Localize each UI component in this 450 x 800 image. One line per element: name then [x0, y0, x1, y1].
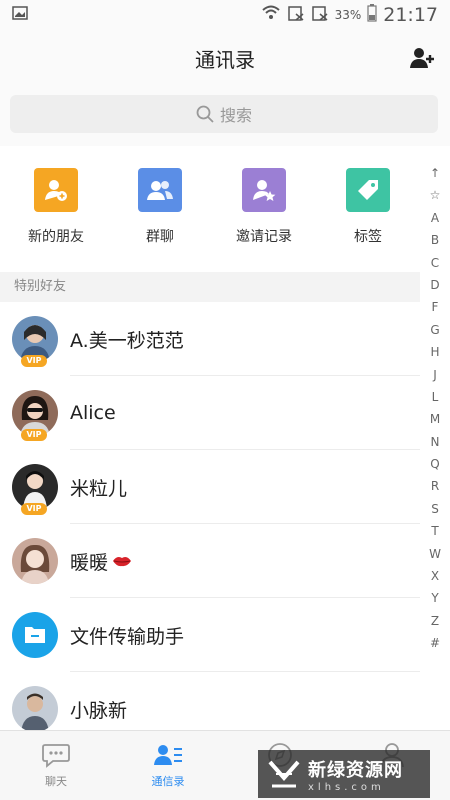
- contact-name: 暖暖: [70, 548, 132, 575]
- index-letter[interactable]: D: [430, 274, 439, 296]
- contact-name-text: Alice: [70, 402, 116, 424]
- contact-row[interactable]: 暖暖: [0, 524, 420, 598]
- quick-actions: 新的朋友 群聊 邀请记录 标签: [0, 150, 420, 268]
- section-header-special-friends: 特别好友: [0, 272, 420, 302]
- contact-name: A.美一秒范范: [70, 326, 184, 353]
- index-letter[interactable]: T: [431, 520, 438, 542]
- index-letter[interactable]: ↑: [430, 162, 440, 184]
- tab-label: 聊天: [45, 775, 67, 788]
- signal-no-sim-icon: [287, 5, 305, 25]
- index-letter[interactable]: C: [431, 252, 439, 274]
- index-letter[interactable]: J: [433, 364, 437, 386]
- tab-chat[interactable]: 聊天: [0, 731, 112, 800]
- notification-image-icon: [12, 6, 28, 24]
- contact-name: 小脉新: [70, 696, 127, 723]
- contact-name-text: A.美一秒范范: [70, 329, 184, 352]
- tag-icon: [346, 168, 390, 212]
- quick-action-label: 新的朋友: [28, 229, 84, 245]
- chat-bubble-icon: [42, 744, 70, 768]
- search-area: 搜索: [0, 86, 450, 146]
- contact-name: Alice: [70, 402, 116, 424]
- quick-action-new-friends[interactable]: 新的朋友: [4, 150, 108, 268]
- avatar: VIP: [12, 464, 58, 515]
- index-letter[interactable]: M: [430, 408, 440, 430]
- watermark-title: 新绿资源网: [308, 759, 403, 781]
- avatar: [12, 538, 58, 584]
- index-letter[interactable]: L: [432, 386, 439, 408]
- avatar: VIP: [12, 390, 58, 441]
- contact-row[interactable]: VIP 米粒儿: [0, 450, 420, 524]
- index-letter[interactable]: W: [429, 543, 441, 565]
- contact-name-text: 文件传输助手: [70, 625, 185, 648]
- wifi-icon: [261, 5, 281, 25]
- status-left: [12, 6, 28, 24]
- add-person-icon: [410, 48, 434, 68]
- status-time: 21:17: [383, 4, 438, 26]
- folder-icon: [12, 612, 58, 658]
- vip-badge: VIP: [21, 503, 47, 515]
- index-letter[interactable]: H: [430, 341, 439, 363]
- quick-action-label: 邀请记录: [236, 229, 292, 245]
- index-letter[interactable]: F: [432, 296, 439, 318]
- vip-badge: VIP: [21, 355, 47, 367]
- status-bar: 33% 21:17: [0, 0, 450, 30]
- avatar: VIP: [12, 316, 58, 367]
- contact-row[interactable]: 文件传输助手: [0, 598, 420, 672]
- contact-row[interactable]: VIP Alice: [0, 376, 420, 450]
- alphabet-index[interactable]: ↑ ☆ A B C D F G H J L M N Q R S T W X Y …: [426, 162, 444, 655]
- index-letter[interactable]: Y: [431, 587, 438, 609]
- index-letter[interactable]: ☆: [430, 184, 441, 206]
- index-letter[interactable]: S: [431, 498, 439, 520]
- battery-icon: [367, 4, 377, 26]
- index-letter[interactable]: B: [431, 229, 439, 251]
- contact-row[interactable]: VIP A.美一秒范范: [0, 302, 420, 376]
- status-right: 33% 21:17: [261, 4, 438, 26]
- add-friend-button[interactable]: [408, 44, 438, 72]
- tab-contacts[interactable]: 通信录: [112, 731, 224, 800]
- lips-icon: [113, 557, 132, 567]
- vip-badge: VIP: [21, 429, 47, 441]
- contacts-icon: [154, 745, 182, 765]
- group-icon: [138, 168, 182, 212]
- avatar: [12, 686, 58, 732]
- contact-list: VIP A.美一秒范范 VIP Alice VIP 米粒儿 暖暖 文件传输助手: [0, 302, 420, 746]
- quick-action-group-chat[interactable]: 群聊: [108, 150, 212, 268]
- quick-action-label: 标签: [354, 229, 382, 245]
- watermark-logo-icon: [268, 760, 300, 788]
- search-placeholder: 搜索: [219, 106, 252, 125]
- index-letter[interactable]: X: [431, 565, 439, 587]
- quick-action-invite-records[interactable]: 邀请记录: [212, 150, 316, 268]
- add-friend-icon: [34, 168, 78, 212]
- header: 通讯录: [0, 30, 450, 86]
- quick-action-tags[interactable]: 标签: [316, 150, 420, 268]
- index-letter[interactable]: #: [430, 632, 440, 654]
- watermark-text: 新绿资源网 xlhs.com: [308, 756, 403, 793]
- signal-no-sim-icon-2: [311, 5, 329, 25]
- search-input[interactable]: 搜索: [10, 95, 438, 133]
- quick-action-label: 群聊: [146, 229, 174, 245]
- index-letter[interactable]: G: [430, 319, 439, 341]
- index-letter[interactable]: Z: [431, 610, 439, 632]
- contact-name-text: 小脉新: [70, 699, 128, 722]
- contact-name-text: 米粒儿: [70, 477, 128, 500]
- contact-name: 米粒儿: [70, 474, 127, 501]
- index-letter[interactable]: R: [431, 475, 439, 497]
- battery-percent: 33%: [334, 8, 362, 22]
- watermark-url: xlhs.com: [308, 781, 385, 793]
- index-letter[interactable]: N: [431, 431, 440, 453]
- page-title: 通讯录: [195, 47, 255, 72]
- index-letter[interactable]: Q: [430, 453, 439, 475]
- avatar: [12, 612, 58, 658]
- search-icon: [196, 105, 214, 123]
- contact-name-text: 暖暖: [70, 551, 109, 574]
- watermark: 新绿资源网 xlhs.com: [258, 750, 430, 798]
- index-letter[interactable]: A: [431, 207, 439, 229]
- tab-label: 通信录: [151, 775, 185, 788]
- invite-star-icon: [242, 168, 286, 212]
- contact-name: 文件传输助手: [70, 622, 184, 649]
